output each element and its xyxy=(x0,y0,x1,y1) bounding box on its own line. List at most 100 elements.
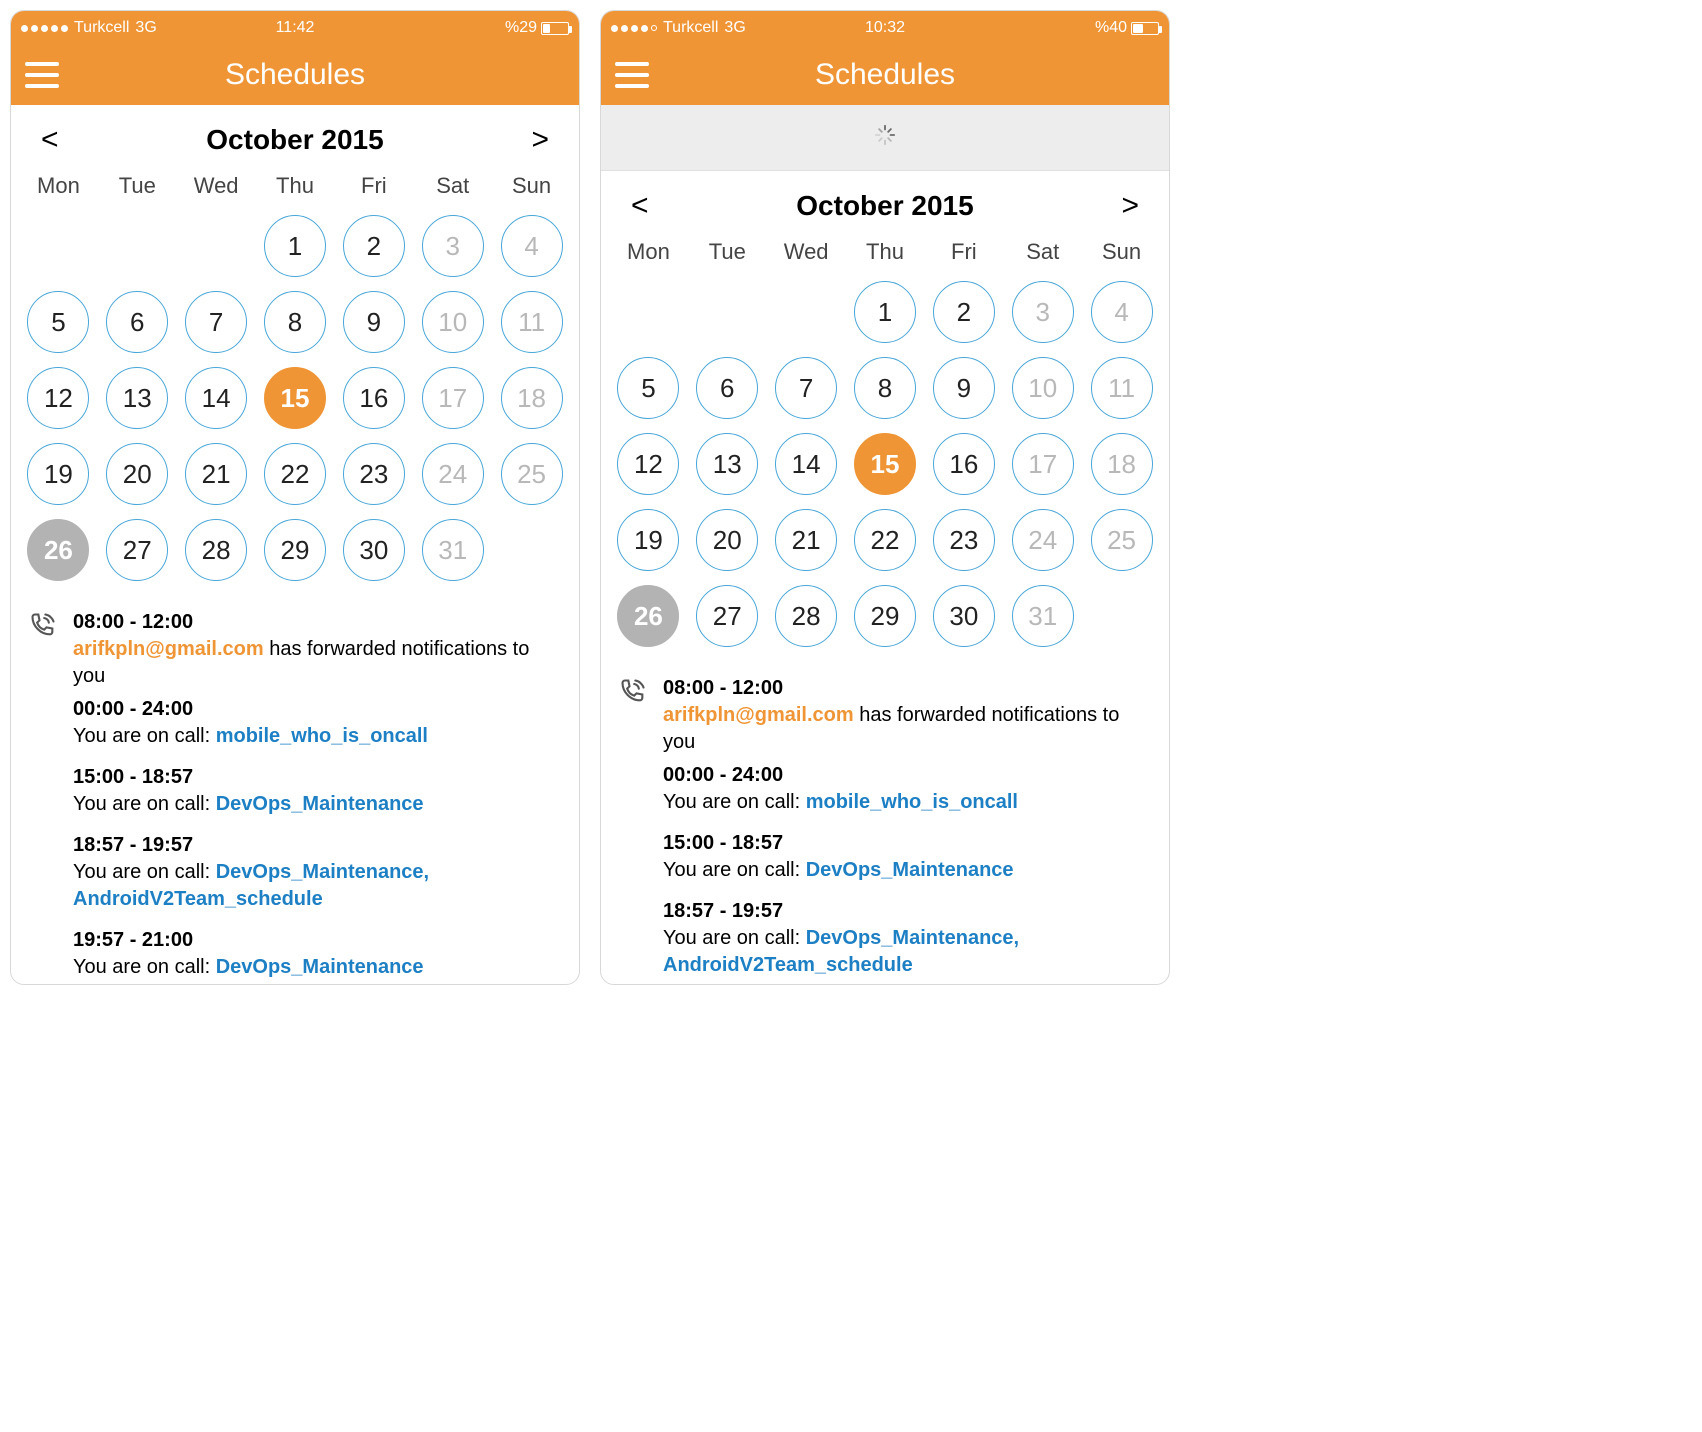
calendar-day[interactable]: 22 xyxy=(854,509,916,571)
calendar-day[interactable]: 6 xyxy=(696,357,758,419)
calendar-day[interactable]: 17 xyxy=(1012,433,1074,495)
calendar-day[interactable]: 14 xyxy=(185,367,247,429)
calendar-day[interactable]: 26 xyxy=(27,519,89,581)
calendar-day[interactable]: 2 xyxy=(343,215,405,277)
calendar-day[interactable]: 17 xyxy=(422,367,484,429)
calendar-day[interactable]: 15 xyxy=(264,367,326,429)
calendar-day[interactable]: 5 xyxy=(27,291,89,353)
calendar-day[interactable]: 7 xyxy=(775,357,837,419)
calendar-day[interactable]: 12 xyxy=(27,367,89,429)
calendar-day[interactable]: 27 xyxy=(696,585,758,647)
weekday-label: Sun xyxy=(1082,239,1161,265)
event-email-link[interactable]: arifkpln@gmail.com xyxy=(663,704,854,726)
calendar-day[interactable]: 19 xyxy=(617,509,679,571)
next-month-button[interactable]: > xyxy=(523,119,557,161)
calendar-day[interactable]: 3 xyxy=(1012,281,1074,343)
calendar-day[interactable]: 8 xyxy=(854,357,916,419)
calendar-day[interactable]: 5 xyxy=(617,357,679,419)
battery-icon xyxy=(1131,22,1159,35)
event-schedule-link[interactable]: DevOps_Maintenance xyxy=(216,793,424,815)
calendar-day[interactable]: 29 xyxy=(264,519,326,581)
calendar-day[interactable]: 21 xyxy=(775,509,837,571)
calendar-day[interactable]: 13 xyxy=(696,433,758,495)
event-schedule-link[interactable]: mobile_who_is_oncall xyxy=(216,725,428,747)
calendar-day[interactable]: 10 xyxy=(422,291,484,353)
calendar-day[interactable]: 27 xyxy=(106,519,168,581)
calendar-day[interactable]: 19 xyxy=(27,443,89,505)
calendar-day[interactable]: 16 xyxy=(933,433,995,495)
calendar-day[interactable]: 16 xyxy=(343,367,405,429)
calendar-day[interactable]: 13 xyxy=(106,367,168,429)
next-month-button[interactable]: > xyxy=(1113,185,1147,227)
calendar-day[interactable]: 15 xyxy=(854,433,916,495)
calendar-day[interactable]: 11 xyxy=(1091,357,1153,419)
calendar-day[interactable]: 4 xyxy=(1091,281,1153,343)
weekday-label: Mon xyxy=(19,173,98,199)
calendar-day[interactable]: 9 xyxy=(933,357,995,419)
calendar-day[interactable]: 4 xyxy=(501,215,563,277)
calendar-day[interactable]: 28 xyxy=(185,519,247,581)
event-time: 19:57 - 21:00 xyxy=(73,927,561,954)
battery-percent: %40 xyxy=(1095,19,1127,37)
calendar-day[interactable]: 30 xyxy=(343,519,405,581)
carrier-label: Turkcell xyxy=(663,19,718,37)
calendar-day[interactable]: 25 xyxy=(1091,509,1153,571)
event-schedule-link[interactable]: mobile_who_is_oncall xyxy=(806,791,1018,813)
calendar-day[interactable]: 10 xyxy=(1012,357,1074,419)
spinner-icon xyxy=(874,124,896,151)
calendar-day[interactable]: 20 xyxy=(696,509,758,571)
weekday-label: Wed xyxy=(767,239,846,265)
calendar-day[interactable]: 25 xyxy=(501,443,563,505)
calendar-day[interactable]: 30 xyxy=(933,585,995,647)
calendar-day[interactable]: 12 xyxy=(617,433,679,495)
calendar-day[interactable]: 18 xyxy=(1091,433,1153,495)
calendar-empty-cell xyxy=(609,275,688,349)
calendar-day[interactable]: 31 xyxy=(422,519,484,581)
weekday-label: Tue xyxy=(98,173,177,199)
calendar-day[interactable]: 23 xyxy=(933,509,995,571)
weekday-label: Sat xyxy=(413,173,492,199)
calendar-day[interactable]: 3 xyxy=(422,215,484,277)
calendar-day[interactable]: 6 xyxy=(106,291,168,353)
status-time: 11:42 xyxy=(276,19,315,37)
calendar-day[interactable]: 22 xyxy=(264,443,326,505)
calendar-day[interactable]: 20 xyxy=(106,443,168,505)
signal-dots-icon xyxy=(21,25,68,32)
calendar-day[interactable]: 23 xyxy=(343,443,405,505)
calendar-empty-cell xyxy=(19,209,98,283)
weekday-label: Fri xyxy=(334,173,413,199)
calendar-day[interactable]: 29 xyxy=(854,585,916,647)
event-schedule-link[interactable]: DevOps_Maintenance xyxy=(216,956,424,978)
calendar-day[interactable]: 31 xyxy=(1012,585,1074,647)
calendar-day[interactable]: 21 xyxy=(185,443,247,505)
calendar-empty-cell xyxy=(688,275,767,349)
event-time: 15:00 - 18:57 xyxy=(73,764,561,791)
calendar-day[interactable]: 8 xyxy=(264,291,326,353)
event-item: 15:00 - 18:57 You are on call: DevOps_Ma… xyxy=(663,830,1151,884)
calendar-day[interactable]: 11 xyxy=(501,291,563,353)
battery-icon xyxy=(541,22,569,35)
calendar-day[interactable]: 1 xyxy=(264,215,326,277)
calendar-day[interactable]: 2 xyxy=(933,281,995,343)
event-email-link[interactable]: arifkpln@gmail.com xyxy=(73,638,264,660)
calendar-day[interactable]: 18 xyxy=(501,367,563,429)
network-label: 3G xyxy=(724,19,745,37)
calendar-day[interactable]: 14 xyxy=(775,433,837,495)
calendar-day[interactable]: 1 xyxy=(854,281,916,343)
calendar-empty-cell xyxy=(767,275,846,349)
loading-bar xyxy=(601,105,1169,171)
calendar-day[interactable]: 9 xyxy=(343,291,405,353)
event-text: You are on call: xyxy=(663,791,806,813)
battery-percent: %29 xyxy=(505,19,537,37)
event-schedule-link[interactable]: DevOps_Maintenance xyxy=(806,859,1014,881)
calendar-day[interactable]: 24 xyxy=(422,443,484,505)
prev-month-button[interactable]: < xyxy=(623,185,657,227)
calendar-day[interactable]: 7 xyxy=(185,291,247,353)
calendar-day[interactable]: 24 xyxy=(1012,509,1074,571)
calendar-day[interactable]: 28 xyxy=(775,585,837,647)
calendar-day[interactable]: 26 xyxy=(617,585,679,647)
prev-month-button[interactable]: < xyxy=(33,119,67,161)
scroll-track[interactable] xyxy=(1164,106,1167,974)
event-text: You are on call: xyxy=(663,859,806,881)
phone-screen: Turkcell 3G 11:42 %29 Schedules < Octobe… xyxy=(10,10,580,985)
